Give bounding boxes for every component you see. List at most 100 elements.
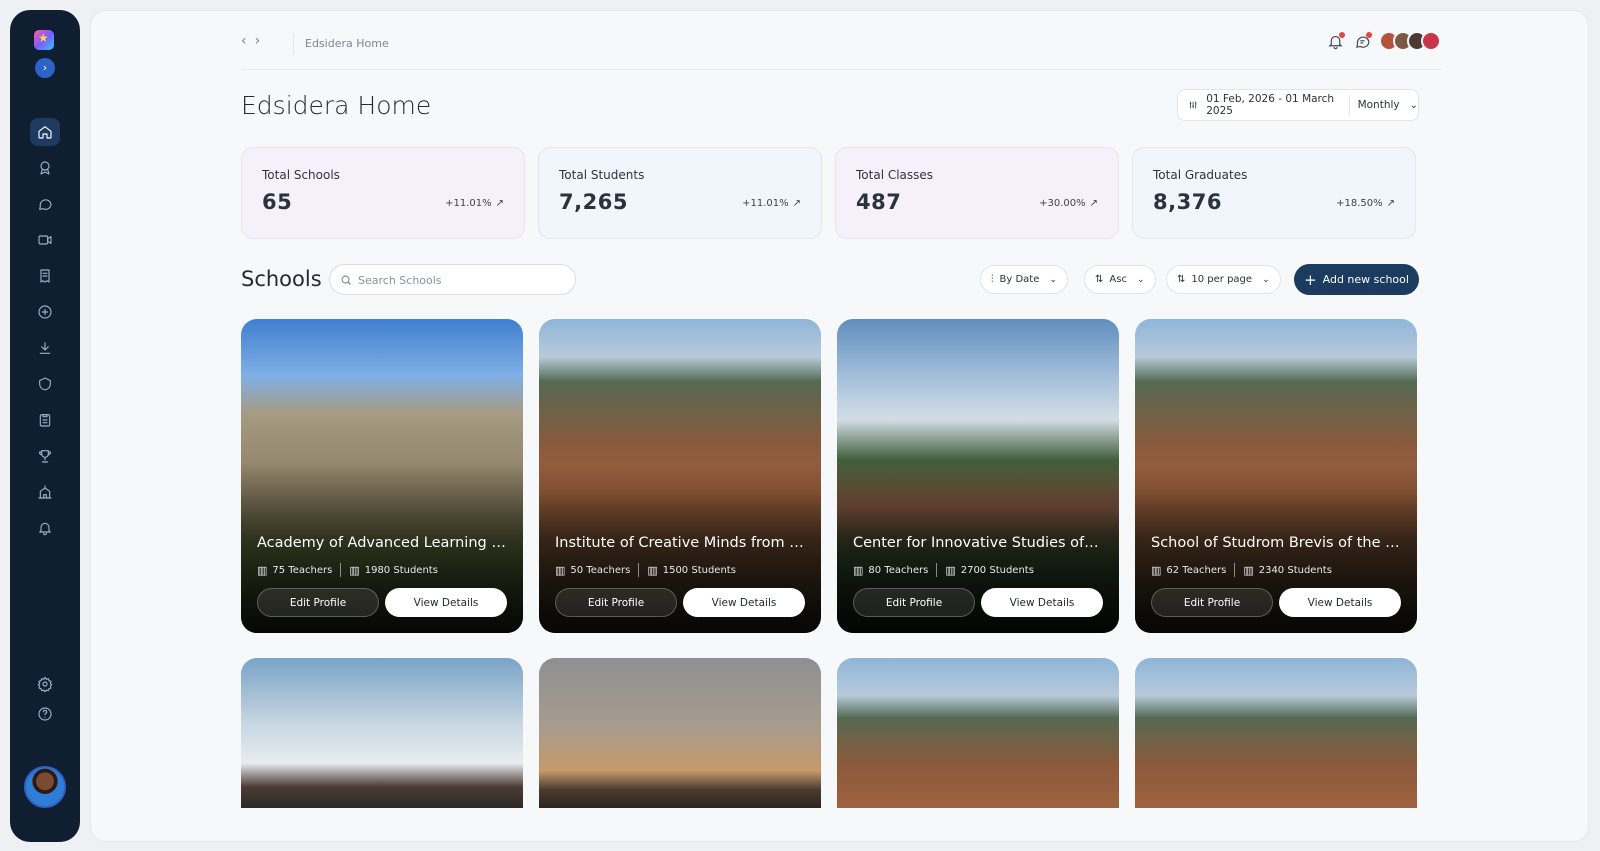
back-arrow-icon[interactable]: ‹ <box>241 33 255 49</box>
section-title: Schools <box>241 267 322 291</box>
sidebar-item-settings[interactable] <box>30 670 60 698</box>
sort-icon: ⇅ <box>1177 274 1186 285</box>
teachers-icon: ▥ <box>853 563 864 577</box>
sort-icon: ⇅ <box>1095 274 1104 285</box>
messages-button[interactable] <box>1354 32 1372 54</box>
sidebar-item-help[interactable] <box>30 700 60 728</box>
stat-label: Total Graduates <box>1153 168 1248 182</box>
school-icon <box>38 485 52 499</box>
team-avatars[interactable] <box>1379 31 1441 51</box>
students-icon: ▥ <box>1243 563 1254 577</box>
search-box <box>329 264 576 295</box>
sidebar-item-home[interactable] <box>30 118 60 146</box>
order-dropdown[interactable]: ⇅ Asc ⌄ <box>1084 265 1156 294</box>
teacher-count: 50 Teachers <box>570 564 631 576</box>
edit-profile-button[interactable]: Edit Profile <box>555 588 677 617</box>
chevron-down-icon: ⌄ <box>1049 274 1057 285</box>
school-meta: ▥ 80 Teachers ▥ 2700 Students <box>853 563 1034 577</box>
stat-change: +18.50% ↗ <box>1336 198 1395 209</box>
bell-icon <box>39 522 51 536</box>
stat-card-students: Total Students 7,265 +11.01% ↗ <box>538 147 822 239</box>
sliders-icon <box>1189 101 1197 109</box>
school-card[interactable] <box>539 658 821 808</box>
sidebar-item-video[interactable] <box>30 226 60 254</box>
teachers-icon: ▥ <box>555 563 566 577</box>
add-school-button[interactable]: + Add new school <box>1294 264 1419 295</box>
trend-up-icon: ↗ <box>1089 198 1098 209</box>
forward-arrow-icon[interactable]: › <box>255 33 269 49</box>
topbar-actions <box>1327 32 1372 54</box>
stat-card-graduates: Total Graduates 8,376 +18.50% ↗ <box>1132 147 1416 239</box>
trend-up-icon: ↗ <box>495 198 504 209</box>
stat-card-classes: Total Classes 487 +30.00% ↗ <box>835 147 1119 239</box>
message-dot <box>1366 32 1372 38</box>
stat-label: Total Students <box>559 168 645 182</box>
search-input[interactable] <box>358 271 558 289</box>
student-count: 2340 Students <box>1258 564 1332 576</box>
history-navigation: ‹› <box>241 33 268 49</box>
stat-card-schools: Total Schools 65 +11.01% ↗ <box>241 147 525 239</box>
edit-profile-button[interactable]: Edit Profile <box>853 588 975 617</box>
stat-change-value: +11.01% <box>445 198 492 209</box>
plus-icon: + <box>1304 270 1317 289</box>
sort-by-label: By Date <box>999 274 1040 285</box>
per-page-dropdown[interactable]: ⇅ 10 per page ⌄ <box>1166 265 1281 294</box>
sidebar-item-invoices[interactable] <box>30 262 60 290</box>
school-meta: ▥ 75 Teachers ▥ 1980 Students <box>257 563 438 577</box>
school-card[interactable]: School of Studrom Brevis of the Gr... ▥ 6… <box>1135 319 1417 633</box>
view-details-button[interactable]: View Details <box>981 588 1103 617</box>
avatar <box>1421 31 1441 51</box>
sort-by-dropdown[interactable]: ⫶ By Date ⌄ <box>980 265 1068 294</box>
edit-profile-button[interactable]: Edit Profile <box>257 588 379 617</box>
sidebar-item-security[interactable] <box>30 370 60 398</box>
breadcrumb[interactable]: Edsidera Home <box>305 37 389 50</box>
notification-dot <box>1339 32 1345 38</box>
school-card[interactable] <box>837 658 1119 808</box>
edit-profile-button[interactable]: Edit Profile <box>1151 588 1273 617</box>
app-logo[interactable] <box>34 30 54 50</box>
school-card[interactable] <box>1135 658 1417 808</box>
school-photo <box>539 658 821 808</box>
view-details-button[interactable]: View Details <box>385 588 507 617</box>
sidebar-item-tasks[interactable] <box>30 406 60 434</box>
date-range-filter[interactable]: 01 Feb, 2026 - 01 March 2025 Monthly ⌄ <box>1177 89 1419 121</box>
sidebar-item-awards[interactable] <box>30 154 60 182</box>
school-card[interactable]: Institute of Creative Minds from th... ▥… <box>539 319 821 633</box>
school-name: Institute of Creative Minds from th... <box>555 535 805 551</box>
period-select[interactable]: Monthly <box>1358 99 1400 111</box>
video-icon <box>38 235 52 245</box>
award-icon <box>40 161 50 175</box>
students-icon: ▥ <box>945 563 956 577</box>
user-avatar[interactable] <box>24 766 66 808</box>
divider <box>1234 563 1236 577</box>
trend-up-icon: ↗ <box>1386 198 1395 209</box>
school-card[interactable]: Center for Innovative Studies of th... ▥… <box>837 319 1119 633</box>
students-icon: ▥ <box>647 563 658 577</box>
school-name: School of Studrom Brevis of the Gr... <box>1151 535 1401 551</box>
view-details-button[interactable]: View Details <box>683 588 805 617</box>
sidebar-item-add[interactable] <box>30 298 60 326</box>
sidebar-item-downloads[interactable] <box>30 334 60 362</box>
sidebar-item-achievements[interactable] <box>30 442 60 470</box>
school-photo <box>837 658 1119 808</box>
divider <box>638 563 640 577</box>
school-card[interactable] <box>241 658 523 808</box>
shield-icon <box>39 377 51 391</box>
student-count: 1500 Students <box>662 564 736 576</box>
stat-label: Total Schools <box>262 168 340 182</box>
sidebar: › <box>10 10 80 842</box>
students-icon: ▥ <box>349 563 360 577</box>
sidebar-item-messages[interactable] <box>30 190 60 218</box>
sliders-icon: ⫶ <box>991 274 994 285</box>
chevron-down-icon: ⌄ <box>1136 274 1145 285</box>
school-card[interactable]: Academy of Advanced Learning in... ▥ 75 T… <box>241 319 523 633</box>
sidebar-item-notifications[interactable] <box>30 514 60 542</box>
school-meta: ▥ 50 Teachers ▥ 1500 Students <box>555 563 736 577</box>
school-name: Academy of Advanced Learning in... <box>257 535 507 551</box>
sidebar-expand-button[interactable]: › <box>35 58 55 78</box>
chat-icon <box>39 199 52 210</box>
sidebar-item-schools[interactable] <box>30 478 60 506</box>
stat-label: Total Classes <box>856 168 934 182</box>
notifications-button[interactable] <box>1327 32 1345 54</box>
view-details-button[interactable]: View Details <box>1279 588 1401 617</box>
